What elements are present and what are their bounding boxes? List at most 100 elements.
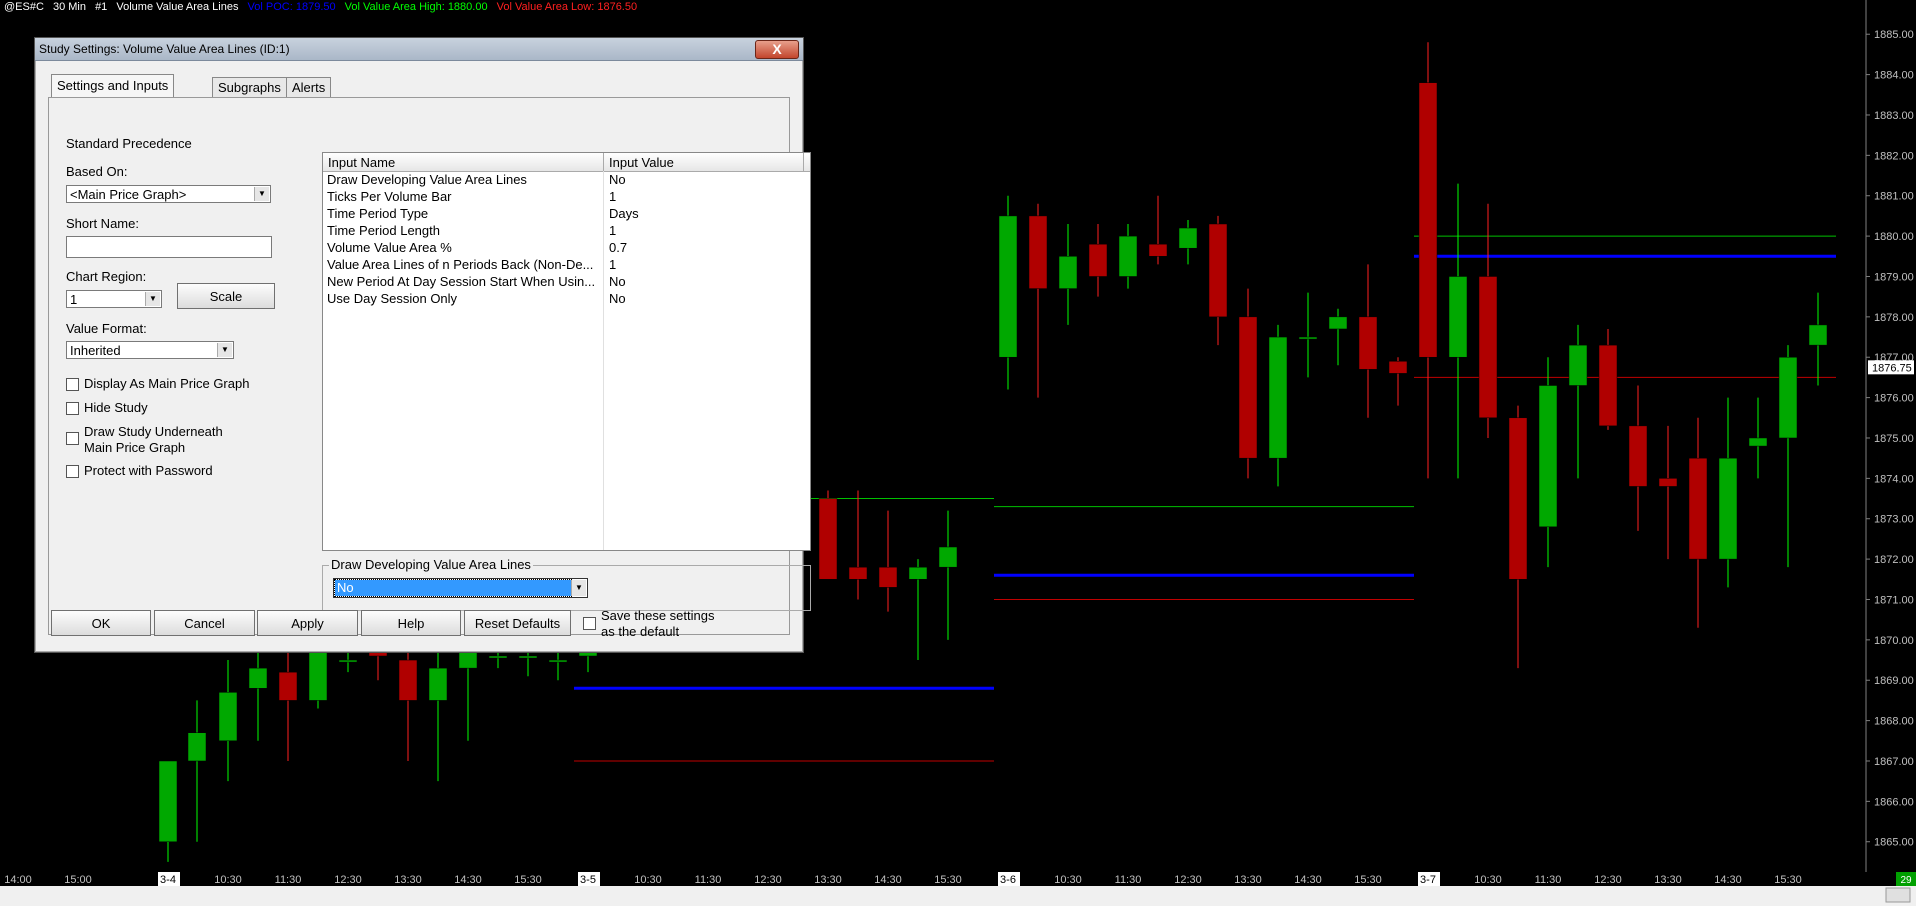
- price-label: 1869.00: [1874, 675, 1914, 687]
- price-label: 1876.00: [1874, 393, 1914, 405]
- input-value[interactable]: 1: [609, 257, 616, 272]
- tab-settings-and-inputs[interactable]: Settings and Inputs: [51, 74, 175, 99]
- table-row[interactable]: Use Day Session Only No: [323, 290, 810, 307]
- candle-body: [998, 215, 1018, 358]
- table-row[interactable]: New Period At Day Session Start When Usi…: [323, 273, 810, 290]
- candle-body: [458, 651, 478, 669]
- input-value[interactable]: 1: [609, 189, 616, 204]
- time-label: 10:30: [1054, 874, 1082, 886]
- input-name: Value Area Lines of n Periods Back (Non-…: [327, 257, 594, 272]
- time-label: 11:30: [275, 874, 302, 886]
- price-label: 1874.00: [1874, 473, 1914, 485]
- time-label: 14:30: [874, 874, 902, 886]
- apply-button[interactable]: Apply: [257, 610, 358, 636]
- table-row[interactable]: Time Period Length 1: [323, 222, 810, 239]
- candle-body: [1358, 316, 1378, 370]
- short-name-label: Short Name:: [66, 216, 139, 231]
- time-label: 15:30: [934, 874, 962, 886]
- date-label: 3-7: [1420, 874, 1436, 886]
- input-value[interactable]: 0.7: [609, 240, 627, 255]
- based-on-select[interactable]: <Main Price Graph> ▼: [66, 185, 271, 203]
- candle-body: [1058, 256, 1078, 289]
- input-name: Volume Value Area %: [327, 240, 452, 255]
- chart-symbol: @ES#C: [4, 1, 44, 13]
- candle-body: [248, 667, 268, 689]
- date-label: 3-4: [160, 874, 176, 886]
- table-row[interactable]: Time Period Type Days: [323, 205, 810, 222]
- input-value[interactable]: Days: [609, 206, 639, 221]
- time-label: 11:30: [695, 874, 722, 886]
- study-name: Volume Value Area Lines: [116, 1, 239, 13]
- reset-defaults-button[interactable]: Reset Defaults: [464, 610, 571, 636]
- input-value[interactable]: No: [609, 172, 626, 187]
- scale-button[interactable]: Scale: [177, 283, 275, 309]
- candle-body: [518, 655, 538, 659]
- col-input-value[interactable]: Input Value: [609, 155, 674, 170]
- candle-body: [818, 498, 838, 580]
- candle-body: [1478, 276, 1498, 419]
- dialog-titlebar[interactable]: Study Settings: Volume Value Area Lines …: [35, 38, 803, 61]
- price-label: 1882.00: [1874, 150, 1914, 162]
- date-label: 3-5: [580, 874, 596, 886]
- table-row[interactable]: Draw Developing Value Area Lines No: [323, 171, 810, 188]
- column-divider[interactable]: [603, 153, 604, 171]
- header-val: Vol Value Area Low: 1876.50: [496, 1, 638, 13]
- candle-body: [1568, 344, 1588, 386]
- candle-body: [428, 667, 448, 701]
- time-label: 12:30: [1174, 874, 1202, 886]
- column-divider[interactable]: [803, 153, 804, 171]
- checkbox-box: [66, 378, 79, 391]
- candle-body: [1148, 243, 1168, 257]
- table-row[interactable]: Ticks Per Volume Bar 1: [323, 188, 810, 205]
- tab-subgraphs[interactable]: Subgraphs: [212, 77, 287, 98]
- chart-region-select[interactable]: 1 ▼: [66, 290, 162, 308]
- candle-body: [1208, 223, 1228, 318]
- draw-underneath-label-2: Main Price Graph: [84, 440, 186, 455]
- input-value[interactable]: 1: [609, 223, 616, 238]
- selected-value: No: [334, 579, 572, 597]
- hide-study-label: Hide Study: [84, 400, 148, 415]
- candle-body: [1538, 385, 1558, 528]
- input-value[interactable]: No: [609, 291, 626, 306]
- save-default-label-1: Save these settings: [601, 608, 715, 623]
- candle-body: [1808, 324, 1828, 346]
- input-name: Use Day Session Only: [327, 291, 458, 306]
- tab-alerts[interactable]: Alerts: [286, 77, 332, 98]
- candle-body: [548, 659, 568, 663]
- cancel-button[interactable]: Cancel: [154, 610, 255, 636]
- value-format-select[interactable]: Inherited ▼: [66, 341, 234, 359]
- price-label: 1878.00: [1874, 312, 1914, 324]
- ok-button[interactable]: OK: [51, 610, 151, 636]
- inputs-grid[interactable]: Input Name Input Value Draw Developing V…: [322, 152, 811, 551]
- candle-body: [158, 760, 178, 842]
- col-input-name[interactable]: Input Name: [328, 155, 395, 170]
- value-format-value: Inherited: [70, 343, 121, 358]
- dialog-title: Study Settings: Volume Value Area Lines …: [39, 42, 290, 56]
- grid-header: Input Name Input Value: [323, 153, 810, 172]
- candle-body: [848, 566, 868, 580]
- study-settings-dialog: Study Settings: Volume Value Area Lines …: [34, 37, 811, 653]
- candle-body: [1748, 437, 1768, 447]
- price-label: 1881.00: [1874, 191, 1914, 203]
- date-label: 3-6: [1000, 874, 1016, 886]
- input-value[interactable]: No: [609, 274, 626, 289]
- time-label: 14:30: [454, 874, 482, 886]
- input-name: New Period At Day Session Start When Usi…: [327, 274, 596, 289]
- candle-body: [1388, 361, 1408, 374]
- checkbox-box: [583, 617, 596, 630]
- value-format-label: Value Format:: [66, 321, 147, 336]
- short-name-input[interactable]: [66, 236, 272, 258]
- table-row[interactable]: Value Area Lines of n Periods Back (Non-…: [323, 256, 810, 273]
- input-name: Time Period Type: [327, 206, 429, 221]
- input-value-select[interactable]: No ▼: [333, 578, 588, 598]
- time-label: 15:30: [514, 874, 542, 886]
- close-icon[interactable]: X: [755, 40, 799, 59]
- price-label: 1866.00: [1874, 796, 1914, 808]
- table-row[interactable]: Volume Value Area % 0.7: [323, 239, 810, 256]
- candle-body: [1718, 457, 1738, 560]
- based-on-value: <Main Price Graph>: [70, 187, 187, 202]
- time-label: 12:30: [334, 874, 362, 886]
- help-button[interactable]: Help: [361, 610, 461, 636]
- chevron-down-icon: ▼: [571, 580, 586, 596]
- candle-body: [278, 671, 298, 701]
